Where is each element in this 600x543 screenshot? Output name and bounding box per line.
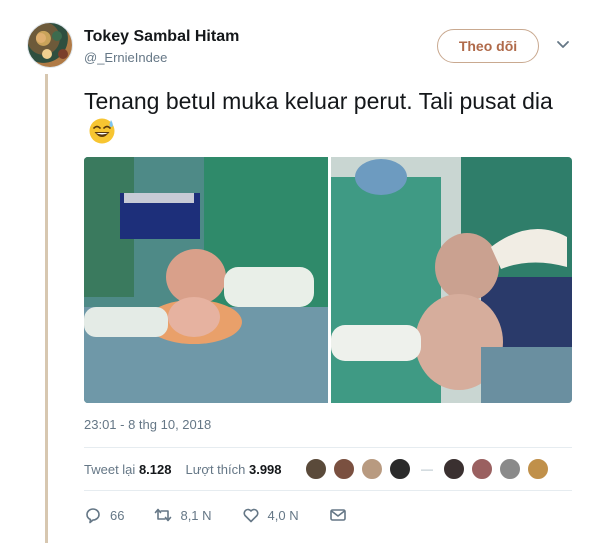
author-name[interactable]: Tokey Sambal Hitam: [84, 28, 239, 46]
engagement-stats: Tweet lại 8.128 Lượt thích 3.998: [84, 462, 282, 477]
liker-divider: —: [421, 462, 433, 476]
liker-avatar[interactable]: [527, 458, 549, 480]
liker-avatar[interactable]: [471, 458, 493, 480]
reply-icon: [86, 508, 100, 524]
envelope-icon: [329, 509, 346, 521]
grinning-sweat-emoji-icon: [89, 118, 115, 144]
tweet-text: Tenang betul muka keluar perut. Tali pus…: [84, 88, 553, 114]
like-stat-value: 3.998: [248, 462, 282, 477]
retweet-count: 8,1 N: [180, 507, 212, 523]
liker-avatars: —: [305, 458, 549, 480]
reply-button[interactable]: 66: [84, 506, 124, 524]
liker-avatar[interactable]: [499, 458, 521, 480]
like-button[interactable]: 4,0 N: [242, 506, 299, 524]
photo-left-graphic: [84, 157, 328, 403]
liker-avatar[interactable]: [361, 458, 383, 480]
divider-bottom: [84, 490, 572, 491]
liker-avatar[interactable]: [305, 458, 327, 480]
follow-button[interactable]: Theo dõi: [437, 29, 539, 63]
like-count: 4,0 N: [267, 507, 299, 523]
liker-avatar[interactable]: [333, 458, 355, 480]
liker-avatar[interactable]: [389, 458, 411, 480]
like-stat-label: Lượt thích: [185, 462, 246, 477]
chevron-down-icon[interactable]: [556, 38, 570, 52]
liker-avatar[interactable]: [443, 458, 465, 480]
retweet-button[interactable]: 8,1 N: [154, 506, 212, 524]
retweet-icon: [155, 508, 172, 522]
direct-message-button[interactable]: [329, 506, 347, 524]
newborn-photo-right[interactable]: [331, 157, 572, 403]
reply-count: 66: [110, 507, 125, 523]
media-grid[interactable]: [84, 157, 572, 403]
heart-icon: [243, 508, 259, 523]
author-handle[interactable]: @_ErnieIndee: [84, 50, 167, 65]
retweet-stat[interactable]: Tweet lại 8.128: [84, 462, 171, 477]
retweet-stat-value: 8.128: [138, 462, 172, 477]
retweet-stat-label: Tweet lại: [84, 462, 136, 477]
tweet-body: Tenang betul muka keluar perut. Tali pus…: [84, 86, 574, 148]
newborn-photo-left[interactable]: [84, 157, 328, 403]
like-stat[interactable]: Lượt thích 3.998: [185, 462, 281, 477]
tweet-timestamp[interactable]: 23:01 - 8 thg 10, 2018: [84, 417, 211, 432]
divider-top: [84, 447, 572, 448]
thread-line: [45, 74, 48, 543]
tweet-actions: 66 8,1 N 4,0 N: [84, 506, 377, 524]
photo-right-graphic: [331, 157, 572, 403]
avatar[interactable]: [27, 22, 73, 68]
